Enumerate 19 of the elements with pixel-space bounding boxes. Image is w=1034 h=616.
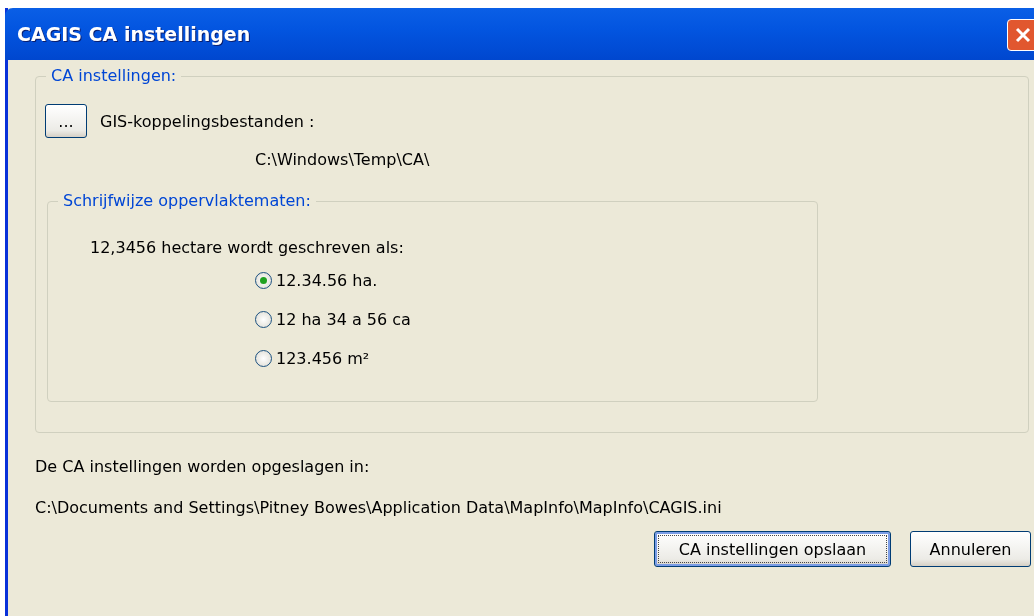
folder-path: C:\Windows\Temp\CA\ [255,150,430,169]
radio-button[interactable] [255,272,272,289]
group-legend: Schrijfwijze oppervlaktematen: [58,191,316,210]
radio-option[interactable]: 123.456 m² [255,349,817,368]
radio-button[interactable] [255,350,272,367]
storage-path: C:\Documents and Settings\Pitney Bowes\Application Data\MapInfo\MapInfo\CAGIS.ini [35,498,722,517]
window-title: CAGIS CA instellingen [17,23,251,45]
prompt-text: 12,3456 hectare wordt geschreven als: [90,238,404,257]
browse-button[interactable]: ... [45,104,87,138]
group-legend: CA instellingen: [46,66,182,85]
close-button[interactable] [1007,19,1034,51]
save-button[interactable]: CA instellingen opslaan [654,531,891,567]
storage-note: De CA instellingen worden opgeslagen in: [35,457,370,476]
radio-option[interactable]: 12.34.56 ha. [255,271,817,290]
field-label: GIS-koppelingsbestanden : [100,111,315,131]
cancel-button[interactable]: Annuleren [910,531,1031,567]
radio-button[interactable] [255,311,272,328]
radio-option[interactable]: 12 ha 34 a 56 ca [255,310,817,329]
close-icon [1014,26,1032,44]
